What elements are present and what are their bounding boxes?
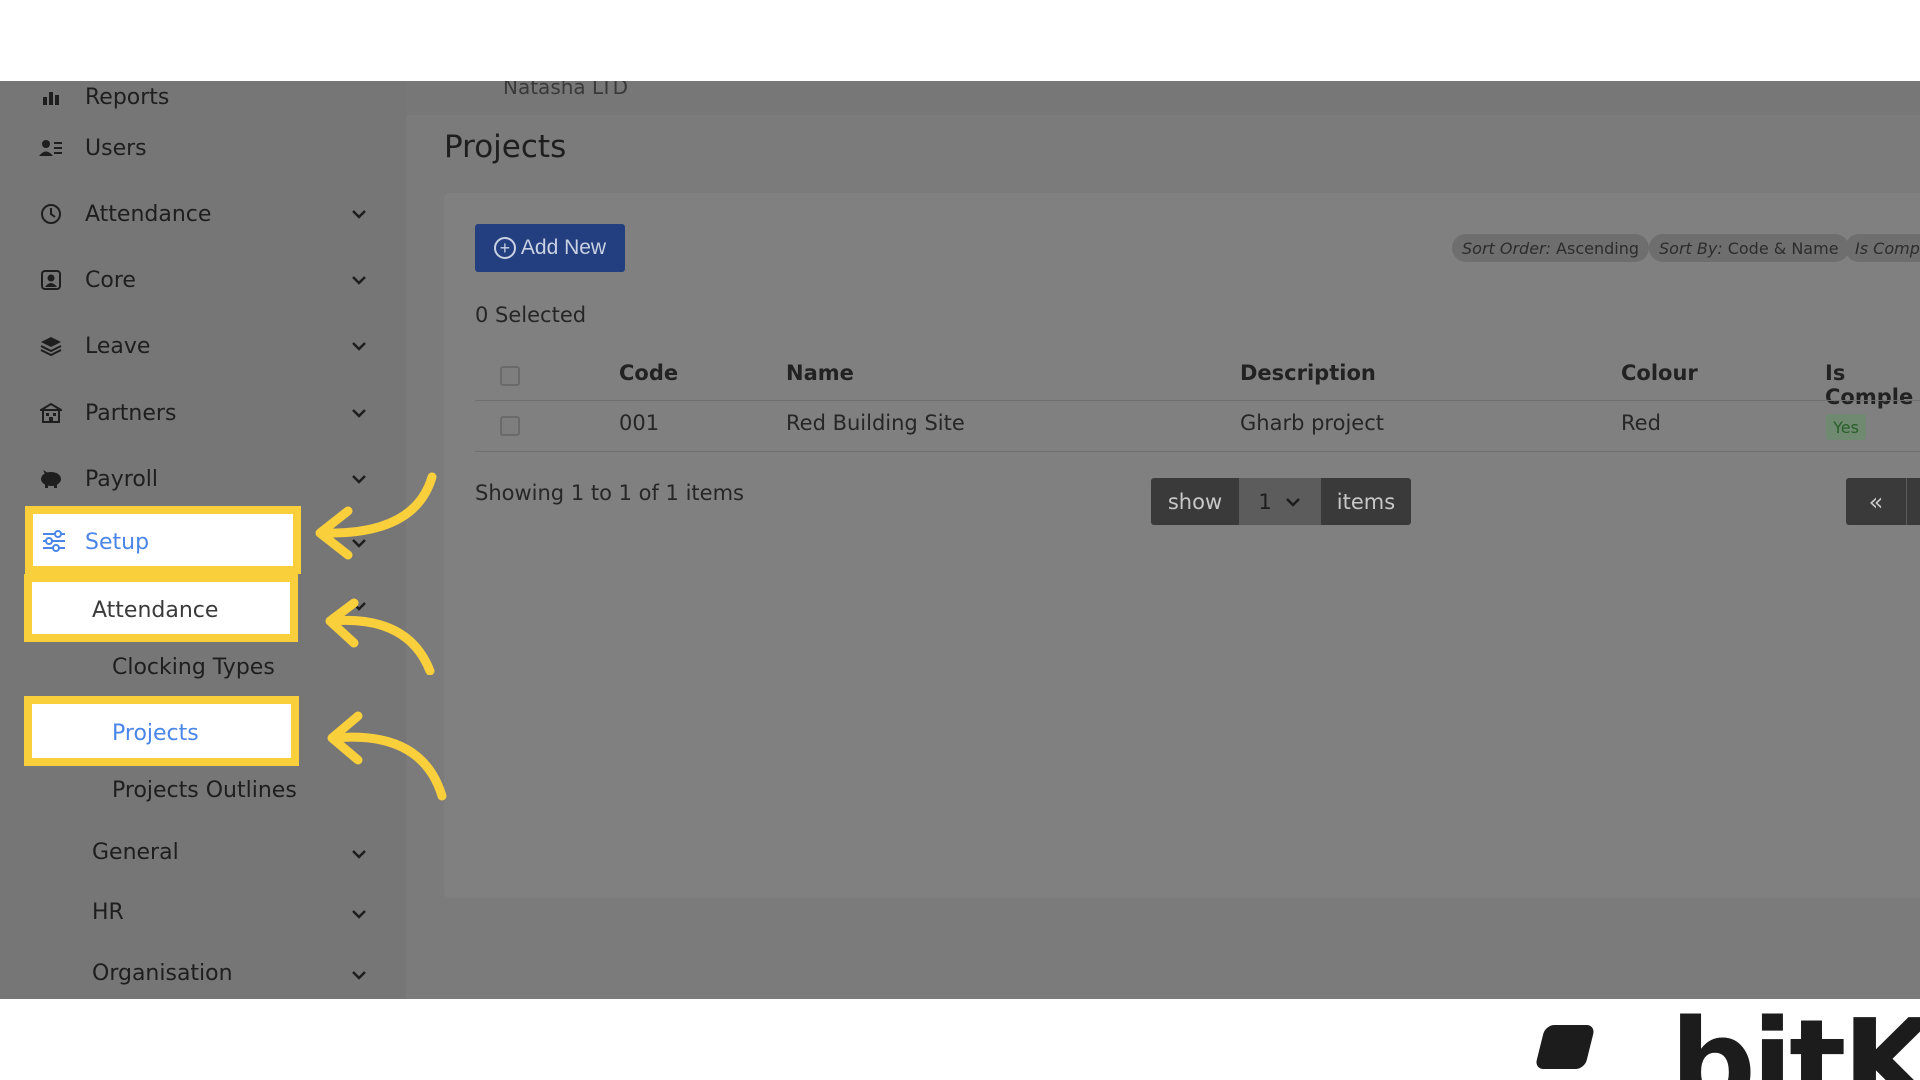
row-checkbox[interactable] [500,416,520,436]
sidebar-item-label: Attendance [85,201,212,227]
cell-colour: Red [1621,411,1661,435]
sidebar-item-label: Leave [85,333,151,359]
sidebar-item-setup-label: Setup [85,530,150,555]
brand-logo-text: bitK [1670,995,1920,1080]
items-label: items [1321,478,1411,525]
chevron-down-icon [352,276,366,285]
arrow-to-projects [327,711,447,801]
highlight-setup[interactable]: Setup [25,506,301,574]
chevron-down-icon [1285,497,1300,507]
sidebar-item-organisation[interactable]: Organisation [92,961,233,986]
pagination-summary: Showing 1 to 1 of 1 items [475,481,744,505]
column-header-code[interactable]: Code [619,361,678,385]
chevron-down-icon [352,910,366,919]
chevron-down-icon [352,210,366,219]
tutorial-canvas: Natasha LTD Reports Users Attendance Cor… [0,0,1920,1080]
sidebar-item-general[interactable]: General [92,840,179,865]
prev-page-button[interactable] [1906,478,1920,525]
sidebar-item-projects-label: Projects [112,721,199,746]
filter-chip-sort-order[interactable]: Sort Order: Ascending [1452,234,1649,262]
building-icon [38,400,64,426]
filter-value: Code & Name [1727,238,1839,258]
table-divider [475,400,1920,401]
sidebar-item-hr[interactable]: HR [92,900,124,925]
sidebar-item-clocking-types[interactable]: Clocking Types [112,655,275,680]
page-size-selector: show 1 items [1151,478,1411,525]
column-header-is-completed[interactable]: Is Comple [1825,361,1920,409]
sidebar-item-attendance-label: Attendance [92,598,219,623]
chevron-down-icon [352,342,366,351]
highlight-projects[interactable]: Projects [24,696,299,766]
chevron-down-icon [352,850,366,859]
cell-code: 001 [619,411,660,435]
filter-key: Sort Order: [1462,238,1552,258]
filter-chip-sort-by[interactable]: Sort By: Code & Name [1649,234,1849,262]
page-size-value: 1 [1258,489,1272,514]
filter-chip-is-completed[interactable]: Is Comp [1845,234,1920,262]
top-bar [406,81,1920,115]
select-all-checkbox[interactable] [500,366,520,386]
first-page-button[interactable]: « [1846,478,1906,525]
filter-key: Is Comp [1855,238,1920,258]
sidebar-item-leave[interactable]: Leave [0,316,406,376]
cell-name: Red Building Site [786,411,965,435]
sidebar-item-projects-outlines[interactable]: Projects Outlines [112,778,297,803]
add-new-label: Add New [520,236,607,259]
chevron-down-icon [352,409,366,418]
sliders-icon [41,530,67,556]
page-size-dropdown[interactable]: 1 [1239,478,1321,525]
selected-count: 0 Selected [475,303,587,327]
projects-card [444,193,1920,898]
arrow-to-attendance [325,598,435,675]
users-icon [38,135,64,161]
cell-description: Gharb project [1240,411,1384,435]
brand-logo-mark [1534,1025,1596,1069]
sidebar-item-partners[interactable]: Partners [0,383,406,443]
sidebar-item-attendance[interactable]: Attendance [0,184,406,244]
sidebar-item-label: Core [85,267,136,293]
sidebar-item-label: Users [85,135,147,161]
double-chevron-left-icon: « [1868,487,1884,516]
chevron-down-icon [352,971,366,980]
clock-icon [38,201,64,227]
sidebar-item-label: Partners [85,400,177,426]
piggy-bank-icon [38,466,64,492]
chart-icon [38,84,64,110]
show-label: show [1151,478,1239,525]
add-new-button[interactable]: + Add New [475,224,625,272]
page-title: Projects [444,129,567,165]
filter-key: Sort By: [1659,238,1723,258]
plus-circle-icon: + [493,237,516,259]
sidebar-item-core[interactable]: Core [0,250,406,310]
column-header-description[interactable]: Description [1240,361,1376,385]
company-name: Natasha LTD [503,81,629,99]
arrow-to-setup [315,472,437,560]
layers-icon [38,333,64,359]
sidebar-item-users[interactable]: Users [0,118,406,178]
status-badge: Yes [1826,414,1866,440]
highlight-attendance[interactable]: Attendance [24,574,298,642]
sidebar-item-label: Payroll [85,466,159,492]
sidebar-item-label: Reports [85,84,170,110]
table-divider [475,451,1920,452]
filter-value: Ascending [1556,238,1639,258]
column-header-colour[interactable]: Colour [1621,361,1698,385]
column-header-name[interactable]: Name [786,361,854,385]
portrait-icon [38,267,64,293]
